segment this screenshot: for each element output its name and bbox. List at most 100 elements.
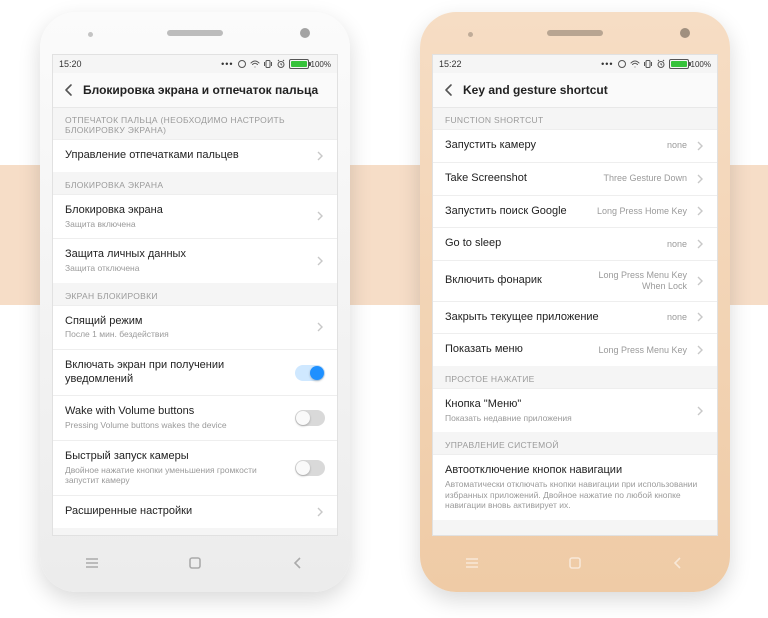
chevron-right-icon <box>315 151 325 161</box>
row-show-menu[interactable]: Показать меню Long Press Menu Key <box>433 333 717 366</box>
settings-list[interactable]: FUNCTION SHORTCUT Запустить камеру none … <box>433 107 717 535</box>
sensor-dot <box>88 32 93 37</box>
status-time: 15:20 <box>59 59 82 69</box>
hw-nav-keys <box>40 548 350 578</box>
battery-indicator: 100% <box>669 59 711 69</box>
wifi-icon <box>250 59 260 69</box>
row-value: none <box>667 239 687 250</box>
row-menu-button[interactable]: Кнопка "Меню" Показать недавние приложен… <box>433 388 717 432</box>
home-key-icon[interactable] <box>186 554 204 572</box>
row-sub: Автоматически отключать кнопки навигации… <box>445 479 705 511</box>
page-title: Блокировка экрана и отпечаток пальца <box>83 83 318 97</box>
row-label: Wake with Volume buttons <box>65 405 287 419</box>
back-icon[interactable] <box>441 82 457 98</box>
alarm-icon <box>656 59 666 69</box>
row-value: Three Gesture Down <box>603 173 687 184</box>
row-advanced[interactable]: Расширенные настройки <box>53 495 337 528</box>
phone-right: 15:22 ••• 100% Key and gesture shortcut … <box>420 12 730 592</box>
titlebar: Key and gesture shortcut <box>433 73 717 108</box>
home-key-icon[interactable] <box>566 554 584 572</box>
row-label: Расширенные настройки <box>65 505 307 519</box>
status-bar: 15:22 ••• 100% <box>433 55 717 73</box>
chevron-right-icon <box>695 239 705 249</box>
row-label: Включать экран при получении уведомлений <box>65 359 287 387</box>
row-sub: Защита включена <box>65 219 307 230</box>
section-lockscreen: ЭКРАН БЛОКИРОВКИ <box>53 283 337 305</box>
row-label: Take Screenshot <box>445 172 595 186</box>
row-flashlight[interactable]: Включить фонарик Long Press Menu Key Whe… <box>433 260 717 301</box>
toggle-wake-notification[interactable] <box>295 365 325 381</box>
row-auto-disable-nav[interactable]: Автоотключение кнопок навигации Автомати… <box>433 454 717 520</box>
row-sub: Показать недавние приложения <box>445 413 687 424</box>
row-sleep[interactable]: Спящий режим После 1 мин. бездействия <box>53 305 337 349</box>
chevron-right-icon <box>695 406 705 416</box>
titlebar: Блокировка экрана и отпечаток пальца <box>53 73 337 108</box>
section-fingerprint: ОТПЕЧАТОК ПАЛЬЦА (НЕОБХОДИМО НАСТРОИТЬ Б… <box>53 107 337 139</box>
row-google-search[interactable]: Запустить поиск Google Long Press Home K… <box>433 195 717 228</box>
wifi-icon <box>630 59 640 69</box>
row-value: none <box>667 312 687 323</box>
back-icon[interactable] <box>61 82 77 98</box>
speaker <box>167 30 223 36</box>
row-label: Быстрый запуск камеры <box>65 450 287 464</box>
row-label: Запустить камеру <box>445 139 659 153</box>
chevron-right-icon <box>695 312 705 322</box>
chevron-right-icon <box>315 322 325 332</box>
alarm-icon <box>276 59 286 69</box>
row-sub: Защита отключена <box>65 263 307 274</box>
chevron-right-icon <box>695 206 705 216</box>
back-key-icon[interactable] <box>289 554 307 572</box>
settings-list[interactable]: ОТПЕЧАТОК ПАЛЬЦА (НЕОБХОДИМО НАСТРОИТЬ Б… <box>53 107 337 535</box>
row-value: Long Press Menu Key <box>598 345 687 356</box>
row-value: Long Press Menu Key When Lock <box>582 270 687 292</box>
row-close-app[interactable]: Закрыть текущее приложение none <box>433 301 717 334</box>
screen-left: 15:20 ••• 100% Блокировка экрана и отпеч… <box>52 54 338 536</box>
row-label: Go to sleep <box>445 237 659 251</box>
back-key-icon[interactable] <box>669 554 687 572</box>
row-label: Спящий режим <box>65 315 307 329</box>
section-screen-lock: БЛОКИРОВКА ЭКРАНА <box>53 172 337 194</box>
row-value: Long Press Home Key <box>597 206 687 217</box>
menu-key-icon[interactable] <box>463 554 481 572</box>
speaker <box>547 30 603 36</box>
row-privacy[interactable]: Защита личных данных Защита отключена <box>53 238 337 282</box>
chevron-right-icon <box>315 211 325 221</box>
hw-nav-keys <box>420 548 730 578</box>
battery-pct: 100% <box>691 60 711 69</box>
row-label: Автоотключение кнопок навигации <box>445 464 705 478</box>
toggle-quick-camera[interactable] <box>295 460 325 476</box>
chevron-right-icon <box>315 256 325 266</box>
row-wake-volume[interactable]: Wake with Volume buttons Pressing Volume… <box>53 395 337 439</box>
row-go-to-sleep[interactable]: Go to sleep none <box>433 227 717 260</box>
sync-icon <box>237 59 247 69</box>
battery-indicator: 100% <box>289 59 331 69</box>
vibrate-icon <box>643 59 653 69</box>
section-system-control: УПРАВЛЕНИЕ СИСТЕМОЙ <box>433 432 717 454</box>
chevron-right-icon <box>695 141 705 151</box>
row-label: Управление отпечатками пальцев <box>65 149 307 163</box>
vibrate-icon <box>263 59 273 69</box>
row-take-screenshot[interactable]: Take Screenshot Three Gesture Down <box>433 162 717 195</box>
row-label: Запустить поиск Google <box>445 205 589 219</box>
chevron-right-icon <box>695 276 705 286</box>
row-launch-camera[interactable]: Запустить камеру none <box>433 129 717 162</box>
row-manage-fingerprints[interactable]: Управление отпечатками пальцев <box>53 139 337 172</box>
row-label: Кнопка "Меню" <box>445 398 687 412</box>
row-label: Включить фонарик <box>445 274 574 288</box>
row-quick-camera[interactable]: Быстрый запуск камеры Двойное нажатие кн… <box>53 440 337 495</box>
screen-right: 15:22 ••• 100% Key and gesture shortcut … <box>432 54 718 536</box>
more-icon: ••• <box>601 59 613 69</box>
chevron-right-icon <box>695 174 705 184</box>
sensor-dot <box>468 32 473 37</box>
chevron-right-icon <box>695 345 705 355</box>
battery-pct: 100% <box>311 60 331 69</box>
row-label: Показать меню <box>445 343 590 357</box>
toggle-wake-volume[interactable] <box>295 410 325 426</box>
more-icon: ••• <box>221 59 233 69</box>
sync-icon <box>617 59 627 69</box>
page-title: Key and gesture shortcut <box>463 83 608 97</box>
menu-key-icon[interactable] <box>83 554 101 572</box>
row-screen-lock[interactable]: Блокировка экрана Защита включена <box>53 194 337 238</box>
row-wake-on-notification[interactable]: Включать экран при получении уведомлений <box>53 349 337 396</box>
row-sub: Pressing Volume buttons wakes the device <box>65 420 287 431</box>
